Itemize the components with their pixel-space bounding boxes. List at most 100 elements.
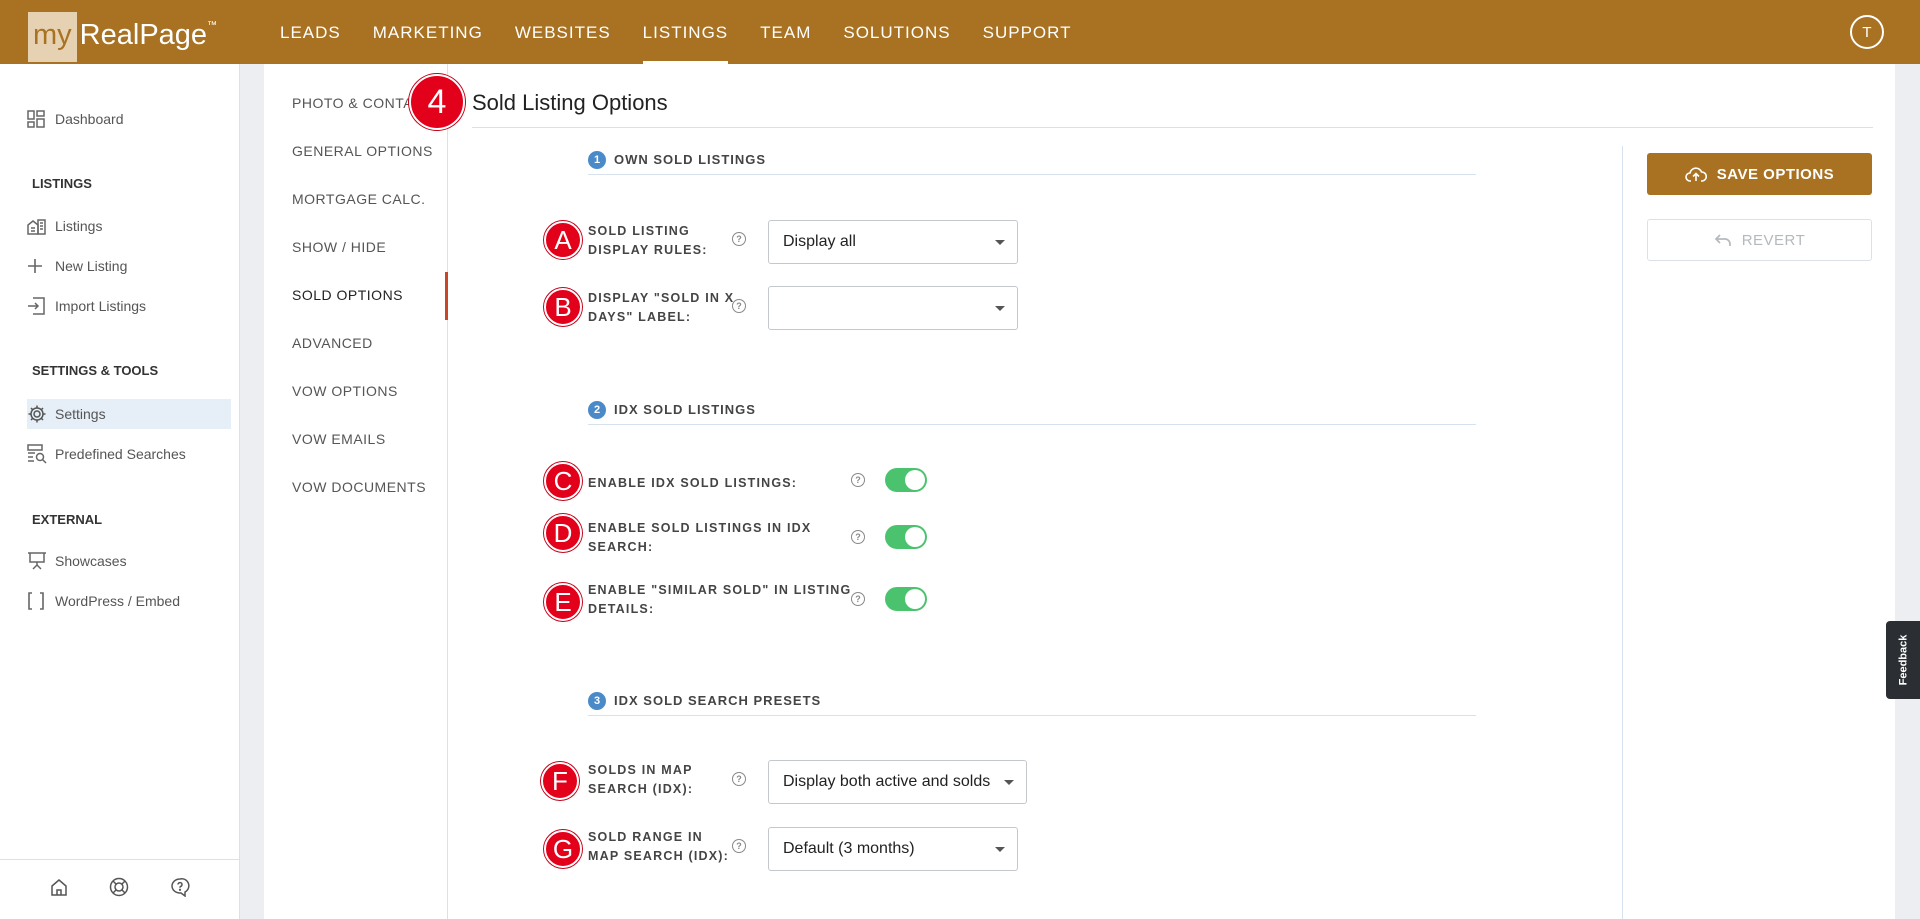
sold-range-select[interactable]: Default (3 months) bbox=[768, 827, 1018, 871]
sidebar-item-listings[interactable]: Listings bbox=[27, 211, 102, 241]
help-icon[interactable]: ? bbox=[732, 772, 746, 786]
sidebar-label-wordpress-embed: WordPress / Embed bbox=[55, 593, 181, 609]
sidebar-heading-settings: SETTINGS & TOOLS bbox=[32, 363, 159, 378]
section-own-sold-listings: 1 OWN SOLD LISTINGS bbox=[588, 151, 1476, 175]
main-panel: Sold Listing Options 1 OWN SOLD LISTINGS… bbox=[448, 64, 1895, 919]
logo-trademark: ™ bbox=[207, 20, 218, 31]
save-options-button[interactable]: SAVE OPTIONS bbox=[1647, 153, 1872, 195]
marker-b: B bbox=[544, 288, 582, 326]
sidebar-item-wordpress-embed[interactable]: WordPress / Embed bbox=[27, 586, 180, 616]
marker-e: E bbox=[544, 583, 582, 621]
sold-range-value: Default (3 months) bbox=[783, 840, 915, 857]
subnav-vow-documents[interactable]: VOW DOCUMENTS bbox=[292, 479, 426, 495]
nav-leads[interactable]: LEADS bbox=[264, 0, 357, 64]
undo-icon bbox=[1714, 233, 1732, 247]
main-nav: LEADS MARKETING WEBSITES LISTINGS TEAM S… bbox=[264, 0, 1088, 64]
sold-in-days-label: DISPLAY "SOLD IN X DAYS" LABEL: bbox=[588, 291, 735, 324]
nav-team[interactable]: TEAM bbox=[744, 0, 827, 64]
nav-listings[interactable]: LISTINGS bbox=[627, 0, 744, 64]
subnav-mortgage-calc[interactable]: MORTGAGE CALC. bbox=[292, 191, 426, 207]
easel-icon bbox=[27, 552, 55, 570]
help-icon[interactable]: ? bbox=[732, 839, 746, 853]
nav-marketing[interactable]: MARKETING bbox=[357, 0, 499, 64]
sold-in-days-select[interactable] bbox=[768, 286, 1018, 330]
solds-in-map-value: Display both active and solds bbox=[783, 773, 991, 790]
section-idx-sold-search-presets: 3 IDX SOLD SEARCH PRESETS bbox=[588, 692, 1476, 716]
subnav-vow-emails[interactable]: VOW EMAILS bbox=[292, 431, 386, 447]
sidebar-label-dashboard: Dashboard bbox=[55, 111, 124, 127]
subnav-vow-options[interactable]: VOW OPTIONS bbox=[292, 383, 398, 399]
enable-similar-sold-label: ENABLE "SIMILAR SOLD" IN LISTING DETAILS: bbox=[588, 583, 852, 616]
sidebar-heading-external: EXTERNAL bbox=[32, 512, 103, 527]
help-icon[interactable]: ? bbox=[732, 232, 746, 246]
solds-in-map-label: SOLDS IN MAP SEARCH (IDX): bbox=[588, 763, 694, 796]
sold-display-rules-value: Display all bbox=[783, 233, 856, 250]
marker-d: D bbox=[544, 514, 582, 552]
marker-c: C bbox=[544, 462, 582, 500]
import-icon bbox=[27, 297, 55, 315]
chevron-down-icon bbox=[1004, 780, 1014, 785]
section-title: IDX SOLD LISTINGS bbox=[614, 402, 756, 417]
chevron-down-icon bbox=[995, 306, 1005, 311]
section-title: OWN SOLD LISTINGS bbox=[614, 152, 767, 167]
solds-in-map-select[interactable]: Display both active and solds bbox=[768, 760, 1027, 804]
nav-websites[interactable]: WEBSITES bbox=[499, 0, 627, 64]
saved-search-icon bbox=[27, 444, 55, 464]
sold-display-rules-select[interactable]: Display all bbox=[768, 220, 1018, 264]
enable-sold-in-search-label: ENABLE SOLD LISTINGS IN IDX SEARCH: bbox=[588, 521, 812, 554]
lifebuoy-icon[interactable] bbox=[109, 877, 129, 902]
feedback-label: Feedback bbox=[1897, 634, 1909, 686]
sidebar-item-settings[interactable]: Settings bbox=[27, 399, 231, 429]
section-number: 1 bbox=[588, 151, 606, 169]
sidebar-item-predefined-searches[interactable]: Predefined Searches bbox=[27, 439, 186, 469]
page-title: Sold Listing Options bbox=[472, 90, 668, 115]
sidebar-heading-listings: LISTINGS bbox=[32, 176, 92, 191]
subnav-general-options[interactable]: GENERAL OPTIONS bbox=[292, 143, 433, 159]
sidebar-item-import-listings[interactable]: Import Listings bbox=[27, 291, 146, 321]
section-title: IDX SOLD SEARCH PRESETS bbox=[614, 693, 822, 708]
enable-sold-in-search-toggle[interactable] bbox=[885, 525, 927, 549]
marker-f: F bbox=[541, 762, 579, 800]
help-icon[interactable]: ? bbox=[851, 473, 865, 487]
brackets-icon bbox=[27, 592, 55, 610]
enable-idx-sold-toggle[interactable] bbox=[885, 468, 927, 492]
subnav-advanced[interactable]: ADVANCED bbox=[292, 335, 373, 351]
settings-subnav: PHOTO & CONTACT GENERAL OPTIONS MORTGAGE… bbox=[264, 64, 448, 919]
help-icon[interactable]: ? bbox=[851, 530, 865, 544]
sold-display-rules-label: SOLD LISTING DISPLAY RULES: bbox=[588, 224, 708, 257]
save-options-label: SAVE OPTIONS bbox=[1716, 165, 1835, 183]
title-divider bbox=[472, 127, 1873, 128]
enable-similar-sold-toggle[interactable] bbox=[885, 587, 927, 611]
cloud-upload-icon bbox=[1684, 166, 1707, 182]
gear-icon bbox=[27, 404, 55, 424]
help-icon[interactable]: ? bbox=[851, 592, 865, 606]
nav-support[interactable]: SUPPORT bbox=[967, 0, 1088, 64]
myrealpage-logo[interactable]: my RealPage ™ bbox=[28, 12, 217, 62]
section-idx-sold-listings: 2 IDX SOLD LISTINGS bbox=[588, 401, 1476, 425]
home-icon[interactable] bbox=[50, 878, 68, 901]
top-navigation-bar: my RealPage ™ LEADS MARKETING WEBSITES L… bbox=[0, 0, 1920, 64]
revert-button[interactable]: REVERT bbox=[1647, 219, 1872, 261]
logo-name: RealPage bbox=[79, 19, 208, 51]
sidebar-label-predefined-searches: Predefined Searches bbox=[55, 446, 186, 462]
user-avatar[interactable]: T bbox=[1850, 15, 1884, 49]
help-icon[interactable]: ? bbox=[732, 299, 746, 313]
plus-icon bbox=[27, 258, 55, 274]
chevron-down-icon bbox=[995, 240, 1005, 245]
subnav-sold-options[interactable]: SOLD OPTIONS bbox=[292, 287, 403, 303]
nav-solutions[interactable]: SOLUTIONS bbox=[827, 0, 966, 64]
sidebar-label-showcases: Showcases bbox=[55, 553, 127, 569]
dashboard-icon bbox=[27, 110, 55, 128]
subnav-show-hide[interactable]: SHOW / HIDE bbox=[292, 239, 386, 255]
chat-help-icon[interactable] bbox=[170, 877, 190, 902]
column-divider bbox=[1622, 146, 1623, 919]
sidebar-item-new-listing[interactable]: New Listing bbox=[27, 251, 127, 281]
sidebar-item-showcases[interactable]: Showcases bbox=[27, 546, 127, 576]
sidebar-label-new-listing: New Listing bbox=[55, 258, 128, 274]
chevron-down-icon bbox=[995, 847, 1005, 852]
sidebar-item-dashboard[interactable]: Dashboard bbox=[27, 104, 124, 134]
logo-my: my bbox=[28, 12, 77, 62]
buildings-icon bbox=[27, 217, 55, 235]
enable-idx-sold-label: ENABLE IDX SOLD LISTINGS: bbox=[588, 476, 798, 490]
feedback-tab[interactable]: Feedback bbox=[1886, 621, 1920, 699]
